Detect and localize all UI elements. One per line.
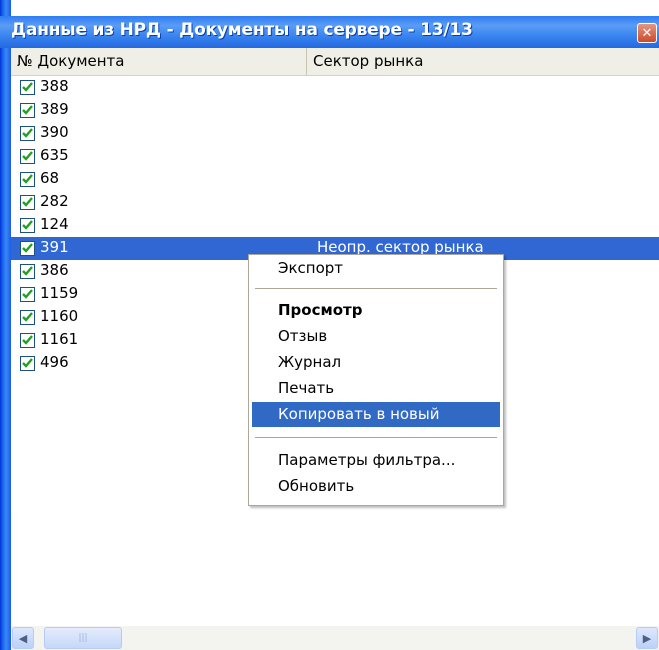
scroll-thumb[interactable]: ||| (44, 627, 122, 649)
menu-item-print[interactable]: Печать (252, 376, 500, 401)
doc-number: 124 (40, 215, 69, 233)
row-checkbox[interactable] (20, 195, 35, 210)
column-header-doc-number[interactable]: № Документа (11, 48, 307, 75)
document-window: Данные из НРД - Документы на сервере - 1… (0, 0, 659, 650)
close-button[interactable]: ✕ (637, 23, 657, 43)
context-menu: Экспорт Просмотр Отзыв Журнал Печать Коп… (248, 254, 504, 506)
menu-item-recall[interactable]: Отзыв (252, 324, 500, 349)
menu-item-view[interactable]: Просмотр (252, 298, 500, 323)
checkmark-icon (22, 289, 33, 299)
grip-icon: ||| (78, 633, 88, 643)
table-row[interactable]: 282 (11, 191, 659, 214)
checkmark-icon (22, 82, 33, 92)
window-left-border (0, 0, 11, 650)
table-row[interactable]: 68 (11, 168, 659, 191)
scroll-right-button[interactable]: ▶ (636, 627, 658, 649)
row-checkbox[interactable] (20, 103, 35, 118)
row-checkbox[interactable] (20, 356, 35, 371)
menu-separator (255, 288, 497, 289)
chevron-left-icon: ◀ (18, 631, 28, 645)
menu-item-journal[interactable]: Журнал (252, 350, 500, 375)
doc-number: 635 (40, 146, 69, 164)
doc-number: 388 (40, 77, 69, 95)
scroll-left-button[interactable]: ◀ (12, 627, 34, 649)
column-header-market-sector[interactable]: Сектор рынка (307, 48, 659, 75)
doc-number: 391 (40, 238, 69, 256)
checkmark-icon (22, 174, 33, 184)
row-checkbox[interactable] (20, 126, 35, 141)
menu-item-copy-new[interactable]: Копировать в новый (252, 402, 500, 427)
row-checkbox[interactable] (20, 80, 35, 95)
table-row[interactable]: 388 (11, 76, 659, 99)
table-row[interactable]: 389 (11, 99, 659, 122)
table-row[interactable]: 390 (11, 122, 659, 145)
list-header: № Документа Сектор рынка (11, 48, 659, 76)
row-checkbox[interactable] (20, 264, 35, 279)
checkmark-icon (22, 151, 33, 161)
checkmark-icon (22, 105, 33, 115)
checkmark-icon (22, 266, 33, 276)
row-checkbox[interactable] (20, 333, 35, 348)
checkmark-icon (22, 197, 33, 207)
doc-number: 68 (40, 169, 60, 187)
doc-number: 389 (40, 100, 69, 118)
menu-item-export[interactable]: Экспорт (252, 256, 500, 281)
close-icon: ✕ (641, 25, 653, 41)
checkmark-icon (22, 243, 33, 253)
horizontal-scrollbar[interactable]: ◀ ||| ▶ (11, 626, 659, 650)
doc-number: 1159 (40, 284, 79, 302)
table-row[interactable]: 124 (11, 214, 659, 237)
window-title: Данные из НРД - Документы на сервере - 1… (11, 20, 473, 40)
checkmark-icon (22, 312, 33, 322)
menu-item-filter-params[interactable]: Параметры фильтра... (252, 448, 500, 473)
row-checkbox[interactable] (20, 218, 35, 233)
doc-number: 1160 (40, 307, 79, 325)
row-checkbox[interactable] (20, 172, 35, 187)
table-row[interactable]: 635 (11, 145, 659, 168)
checkmark-icon (22, 220, 33, 230)
checkmark-icon (22, 358, 33, 368)
row-checkbox[interactable] (20, 149, 35, 164)
menu-item-refresh[interactable]: Обновить (252, 474, 500, 499)
doc-number: 1161 (40, 330, 79, 348)
doc-number: 496 (40, 353, 69, 371)
checkmark-icon (22, 128, 33, 138)
chevron-right-icon: ▶ (642, 631, 652, 645)
row-checkbox[interactable] (20, 287, 35, 302)
checkmark-icon (22, 335, 33, 345)
menu-separator (255, 437, 497, 438)
row-checkbox[interactable] (20, 310, 35, 325)
doc-number: 390 (40, 123, 69, 141)
doc-number: 386 (40, 261, 69, 279)
doc-number: 282 (40, 192, 69, 210)
row-checkbox[interactable] (20, 241, 35, 256)
